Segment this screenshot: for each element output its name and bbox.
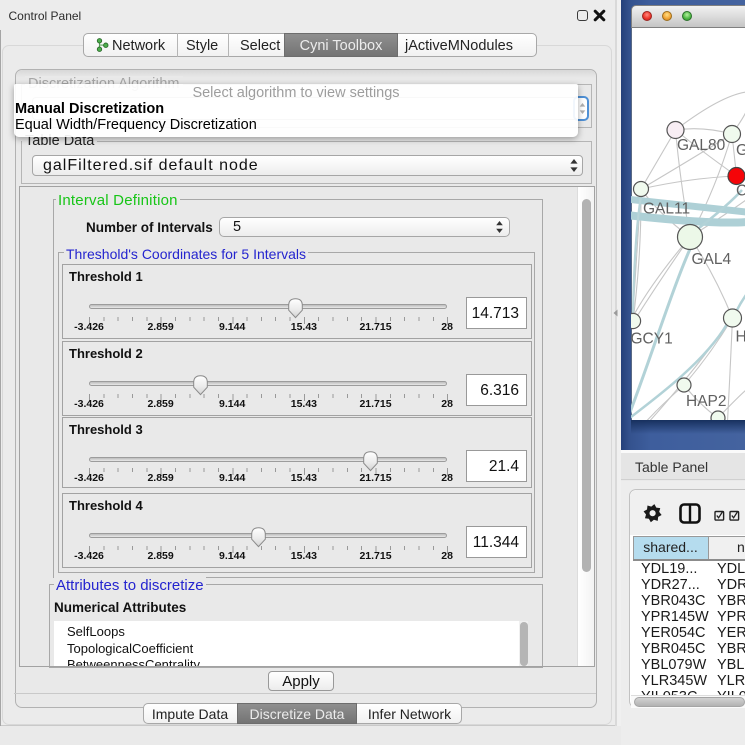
svg-text:GAL4: GAL4 [692,251,732,268]
svg-text:C: C [736,183,745,200]
svg-text:HA: HA [736,329,745,346]
svg-text:GAL11: GAL11 [643,201,690,218]
svg-text:HAP2: HAP2 [686,393,727,410]
svg-text:GCY1: GCY1 [631,331,673,348]
svg-text:GA: GA [736,142,745,159]
svg-text:GAL80: GAL80 [677,137,726,154]
